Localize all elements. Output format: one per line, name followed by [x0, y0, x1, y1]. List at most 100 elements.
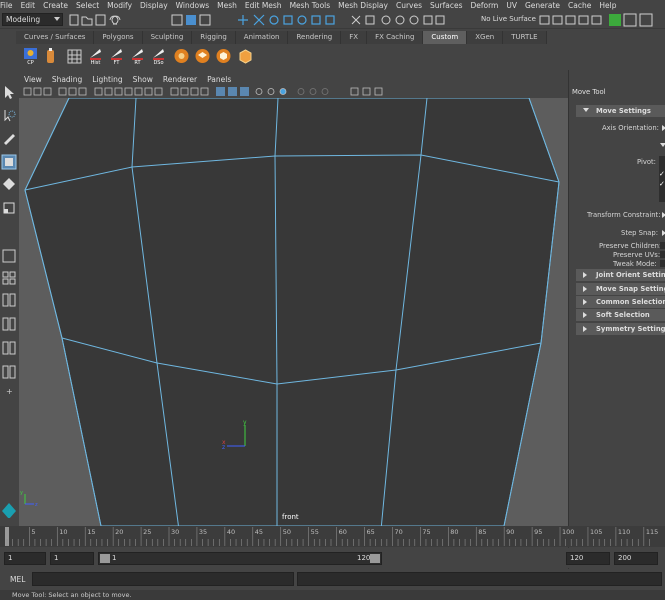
paint-select-tool-icon[interactable]: [1, 130, 17, 146]
menu-modify[interactable]: Modify: [103, 1, 136, 10]
side-by-side-icon[interactable]: [1, 292, 17, 308]
lights-icon: [255, 88, 263, 95]
range-handle-end[interactable]: [370, 554, 380, 563]
pivot-options[interactable]: ✓ ✓: [659, 156, 665, 202]
single-pane-icon[interactable]: [1, 248, 17, 264]
shelf-tabs: Curves / Surfaces Polygons Sculpting Rig…: [16, 31, 665, 44]
menu-set-dropdown[interactable]: Modeling: [2, 13, 63, 26]
shelf-button-cube-outline[interactable]: [237, 47, 254, 66]
menu-display[interactable]: Display: [136, 1, 172, 10]
tab-custom[interactable]: Custom: [423, 31, 468, 44]
tweak-mode-label: Tweak Mode:: [613, 260, 657, 268]
menu-edit[interactable]: Edit: [17, 1, 40, 10]
preserve-uvs-checkbox[interactable]: [660, 251, 665, 258]
panel-menu-view[interactable]: View: [19, 75, 47, 84]
range-start-field[interactable]: 1: [50, 552, 94, 565]
viewport-canvas[interactable]: y x z y z front: [19, 98, 568, 526]
range-slider[interactable]: 1 120: [98, 552, 382, 565]
menu-deform[interactable]: Deform: [466, 1, 502, 10]
live-surface-label[interactable]: No Live Surface: [481, 14, 536, 25]
persp-outliner-icon[interactable]: [1, 316, 17, 332]
menu-generate[interactable]: Generate: [521, 1, 564, 10]
lasso-tool-icon[interactable]: [1, 108, 17, 124]
tab-rigging[interactable]: Rigging: [192, 31, 236, 44]
frame-joint-orient-settings[interactable]: Joint Orient Settings: [576, 269, 665, 281]
shelf-button-dso[interactable]: DSo: [150, 47, 167, 66]
menu-mesh[interactable]: Mesh: [213, 1, 241, 10]
tab-sculpting[interactable]: Sculpting: [142, 31, 193, 44]
move-tool-icon[interactable]: [1, 154, 17, 170]
panel-menu-renderer[interactable]: Renderer: [158, 75, 202, 84]
tab-fx-caching[interactable]: FX Caching: [367, 31, 424, 44]
shelf-button-hist[interactable]: Hist: [87, 47, 104, 66]
time-slider[interactable]: 5 10 15 20 25 30 35 40 45 50 55 60 65 70 75 80 85 90 95 100…: [0, 526, 665, 547]
shelf-button-bottle[interactable]: [42, 47, 59, 66]
menu-mesh-tools[interactable]: Mesh Tools: [286, 1, 335, 10]
animation-end-field[interactable]: 200: [614, 552, 658, 565]
frame-symmetry-settings[interactable]: Symmetry Settings: [576, 323, 665, 335]
range-handle-start[interactable]: [100, 554, 110, 563]
panel-menu-shading[interactable]: Shading: [47, 75, 87, 84]
time-slider-ruler[interactable]: 5 10 15 20 25 30 35 40 45 50 55 60 65 70 75 80 85 90 95 100…: [0, 526, 665, 547]
select-component-icon: [199, 14, 211, 26]
command-language-label[interactable]: MEL: [10, 575, 25, 584]
y-axis-label: y: [243, 419, 247, 426]
layers-icon: [195, 49, 210, 63]
select-camera-icon: [23, 87, 32, 96]
render-view-icon: [365, 15, 375, 25]
command-input[interactable]: [32, 572, 294, 586]
menu-curves[interactable]: Curves: [392, 1, 426, 10]
select-tool-icon[interactable]: [1, 84, 17, 100]
frame-common-selection-options[interactable]: Common Selection Op: [576, 296, 665, 308]
tab-xgen[interactable]: XGen: [467, 31, 504, 44]
menu-windows[interactable]: Windows: [172, 1, 213, 10]
2d-pan-zoom-icon: [68, 87, 77, 96]
frame-soft-selection[interactable]: Soft Selection: [576, 309, 665, 321]
panel-menu-lighting[interactable]: Lighting: [87, 75, 127, 84]
four-pane-icon[interactable]: [1, 270, 17, 286]
viewport-front[interactable]: y x z y z front: [19, 98, 568, 526]
preserve-children-checkbox[interactable]: [660, 242, 665, 249]
shelf-button-cp[interactable]: CP: [22, 47, 39, 66]
menu-create[interactable]: Create: [39, 1, 72, 10]
chevron-right-icon: [583, 272, 587, 278]
hypershade-layout-icon[interactable]: [1, 364, 17, 380]
shelf-button-cube[interactable]: [215, 47, 232, 66]
playback-end-field[interactable]: 120: [566, 552, 610, 565]
shelf-button-rt[interactable]: RT: [129, 47, 146, 66]
menu-select[interactable]: Select: [72, 1, 103, 10]
panel-toolbar-icons: [23, 87, 383, 96]
shelf-button-grid[interactable]: [66, 47, 83, 66]
menu-uv[interactable]: UV: [502, 1, 521, 10]
mesh-faces[interactable]: [24, 98, 560, 526]
persp-graph-icon[interactable]: [1, 340, 17, 356]
shelf-button-ft[interactable]: FT: [108, 47, 125, 66]
tab-curves-surfaces[interactable]: Curves / Surfaces: [16, 31, 95, 44]
menu-mesh-display[interactable]: Mesh Display: [334, 1, 392, 10]
tab-rendering[interactable]: Rendering: [288, 31, 342, 44]
panel-menu-panels[interactable]: Panels: [202, 75, 236, 84]
shelf-button-sphere[interactable]: [173, 47, 190, 66]
frame-move-settings[interactable]: Move Settings: [576, 105, 665, 117]
tweak-mode-checkbox[interactable]: [660, 260, 665, 267]
tab-fx[interactable]: FX: [341, 31, 368, 44]
scale-tool-icon[interactable]: [1, 200, 17, 216]
menu-surfaces[interactable]: Surfaces: [426, 1, 466, 10]
menu-edit-mesh[interactable]: Edit Mesh: [241, 1, 286, 10]
snap-curve-icon: [253, 14, 265, 26]
time-tick-label: 15: [87, 528, 95, 536]
menu-cache[interactable]: Cache: [564, 1, 595, 10]
more-layouts-icon[interactable]: +: [1, 386, 17, 402]
menu-file[interactable]: File: [0, 1, 17, 10]
select-hierarchy-icon: [171, 14, 183, 26]
frame-move-snap-settings[interactable]: Move Snap Settings: [576, 283, 665, 295]
tab-turtle[interactable]: TURTLE: [503, 31, 547, 44]
z-axis-label: z: [222, 444, 225, 451]
tab-animation[interactable]: Animation: [235, 31, 289, 44]
tab-polygons[interactable]: Polygons: [94, 31, 143, 44]
shelf-button-layers[interactable]: [194, 47, 211, 66]
rotate-tool-icon[interactable]: [1, 176, 17, 192]
current-frame-field[interactable]: 1: [4, 552, 46, 565]
menu-help[interactable]: Help: [595, 1, 620, 10]
panel-menu-show[interactable]: Show: [128, 75, 158, 84]
